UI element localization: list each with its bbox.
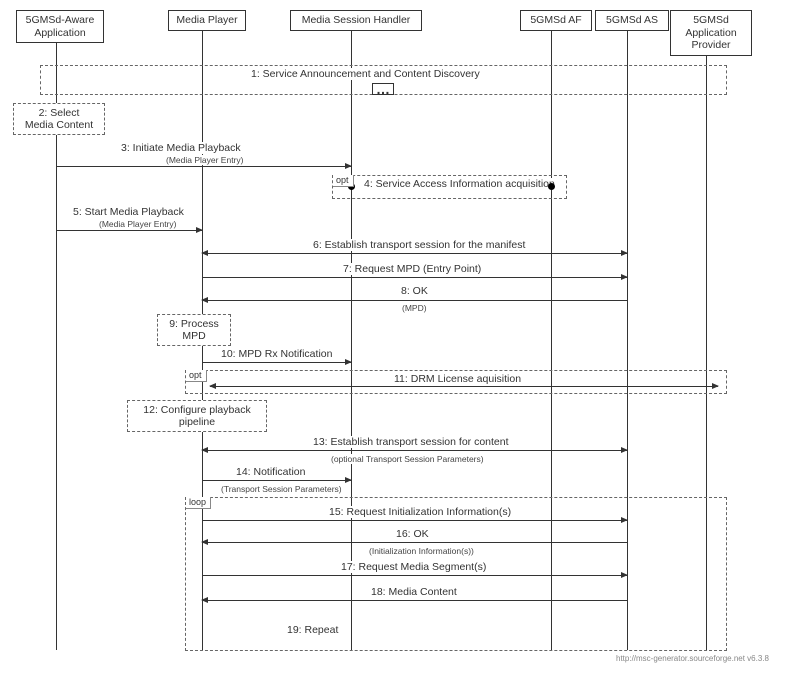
msg-6: 6: Establish transport session for the m…: [312, 239, 526, 251]
actor-media-player: Media Player: [168, 10, 246, 31]
msg-3: 3: Initiate Media Playback: [120, 142, 242, 154]
opt-label-2: opt: [186, 370, 207, 382]
opt-label-1: opt: [333, 175, 354, 187]
msg-2: 2: Select Media Content: [13, 103, 105, 135]
msg-8-sub: (MPD): [401, 303, 428, 313]
actor-5gmsd-app-provider: 5GMSd Application Provider: [670, 10, 752, 56]
actor-5gmsd-aware-app: 5GMSd-Aware Application: [16, 10, 104, 43]
arrow-18: [202, 600, 627, 601]
ellipsis-icon: …: [372, 83, 394, 95]
msg-10: 10: MPD Rx Notification: [220, 348, 333, 360]
credit-text: http://msc-generator.sourceforge.net v6.…: [616, 654, 769, 663]
msg-4: 4: Service Access Information acquisitio…: [363, 178, 556, 190]
sequence-diagram: 5GMSd-Aware Application Media Player Med…: [10, 10, 792, 668]
msg-14: 14: Notification: [235, 466, 306, 478]
msg-17: 17: Request Media Segment(s): [340, 561, 487, 573]
arrow-14: [202, 480, 351, 481]
msg-12: 12: Configure playback pipeline: [127, 400, 267, 432]
msg-7: 7: Request MPD (Entry Point): [342, 263, 482, 275]
arrow-11: [210, 386, 718, 387]
arrow-8: [202, 300, 627, 301]
msg-3-sub: (Media Player Entry): [165, 155, 244, 165]
arrow-10: [202, 362, 351, 363]
msg-15: 15: Request Initialization Information(s…: [328, 506, 512, 518]
arrow-3: [56, 166, 351, 167]
arrow-5: [56, 230, 202, 231]
msg-19: 19: Repeat: [286, 624, 339, 636]
loop-label: loop: [186, 497, 211, 509]
msg-1: 1: Service Announcement and Content Disc…: [250, 68, 481, 80]
actor-5gmsd-af: 5GMSd AF: [520, 10, 592, 31]
actor-media-session-handler: Media Session Handler: [290, 10, 422, 31]
msg-11: 11: DRM License aquisition: [393, 373, 522, 385]
msg-9: 9: Process MPD: [157, 314, 231, 346]
msg-18: 18: Media Content: [370, 586, 458, 598]
msg-16-sub: (Initialization Information(s)): [368, 546, 475, 556]
actor-5gmsd-as: 5GMSd AS: [595, 10, 669, 31]
arrow-15: [202, 520, 627, 521]
arrow-7: [202, 277, 627, 278]
arrow-17: [202, 575, 627, 576]
msg-16: 16: OK: [395, 528, 430, 540]
msg-5-sub: (Media Player Entry): [98, 219, 177, 229]
msg-14-sub: (Transport Session Parameters): [220, 484, 343, 494]
arrow-13: [202, 450, 627, 451]
msg-13-sub: (optional Transport Session Parameters): [330, 454, 485, 464]
msg-13: 13: Establish transport session for cont…: [312, 436, 510, 448]
dot-icon: [548, 183, 555, 190]
arrow-6: [202, 253, 627, 254]
msg-8: 8: OK: [400, 285, 429, 297]
msg-5: 5: Start Media Playback: [72, 206, 185, 218]
arrow-16: [202, 542, 627, 543]
